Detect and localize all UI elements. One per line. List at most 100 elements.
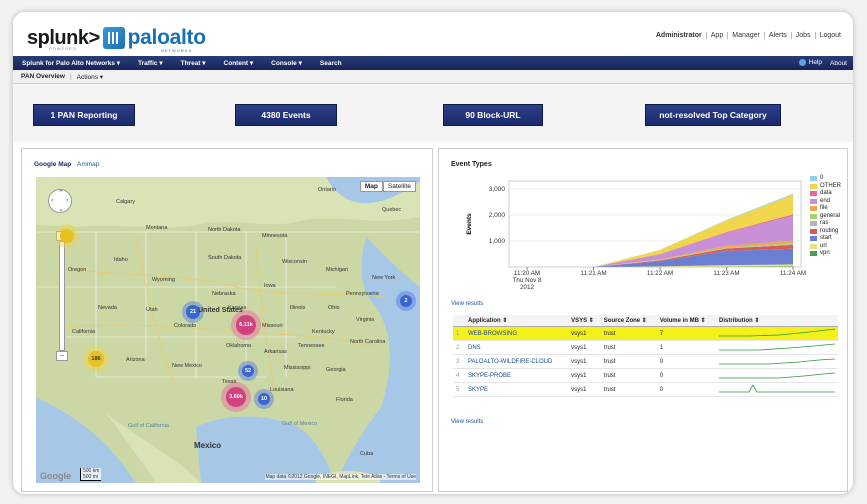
map-label: South Dakota (208, 255, 242, 261)
pan-control[interactable]: ⌃ ⌄ ‹ › (48, 189, 72, 213)
cell-application[interactable]: SKYPE (465, 382, 569, 397)
about-link[interactable]: About (830, 60, 847, 67)
menu-console[interactable]: Console ▾ (262, 59, 311, 67)
stat-pan-reporting[interactable]: 1 PAN Reporting (33, 104, 135, 126)
scale-mi: 500 mi (83, 474, 99, 480)
map-tabs: Google Map Ammap (34, 161, 99, 168)
legend-label: general (820, 212, 841, 219)
map-label: Nevada (98, 305, 117, 311)
view-results-link-2[interactable]: View results (451, 419, 483, 425)
legend-label: 0 (820, 175, 824, 181)
legend-item[interactable]: end (810, 198, 841, 206)
map-cluster[interactable]: 10 (258, 393, 270, 405)
cell-application[interactable]: SKYPE-PROBE (465, 368, 569, 383)
map-cluster[interactable]: 52 (242, 365, 254, 377)
legend-item[interactable]: data (810, 190, 841, 198)
tab-google-map[interactable]: Google Map (34, 161, 71, 168)
col-vsys[interactable]: VSYS ⇕ (568, 315, 601, 327)
map-cluster[interactable]: 2 (400, 295, 412, 307)
logo[interactable]: splunk> POWERED paloalto NETWORKS (27, 26, 206, 53)
legend-item[interactable]: file (810, 205, 841, 213)
stats-row: 1 PAN Reporting 4380 Events 90 Block-URL… (13, 84, 853, 142)
map-cluster[interactable]: 6.11k (236, 315, 256, 335)
map-label: Tennessee (298, 343, 325, 349)
menu-search[interactable]: Search (311, 60, 351, 67)
cell-volume: 0 (656, 354, 716, 369)
cell-volume: 0 (656, 382, 716, 397)
map-label-country: Mexico (194, 441, 222, 450)
col-volume[interactable]: Volume in MB ⇕ (656, 315, 716, 327)
map-label: Minnesota (262, 233, 288, 239)
table-row[interactable]: 5 SKYPE vsys1 trust 0 (453, 382, 838, 397)
map-label: Colorado (174, 323, 197, 329)
menu-traffic[interactable]: Traffic ▾ (129, 59, 172, 67)
map-cluster[interactable] (60, 229, 74, 243)
actions-menu[interactable]: Actions ▾ (72, 73, 108, 81)
map-label: Wyoming (152, 277, 175, 283)
legend-swatch (810, 206, 817, 212)
nav-manager[interactable]: Manager (727, 32, 764, 39)
map-label: Texas (222, 379, 237, 385)
stat-block-url[interactable]: 90 Block-URL (443, 104, 543, 126)
legend-label: OTHER (820, 182, 841, 189)
legend-item[interactable]: 0 (810, 175, 841, 183)
legend-item[interactable]: start (810, 235, 841, 243)
pan-right-icon[interactable]: › (66, 197, 68, 204)
cell-application[interactable]: DNS (465, 340, 569, 355)
map-label: Utah (146, 307, 158, 313)
help-label: Help (808, 59, 822, 67)
stat-events[interactable]: 4380 Events (235, 104, 337, 126)
pan-left-icon[interactable]: ‹ (51, 197, 53, 204)
tab-ammap[interactable]: Ammap (77, 161, 99, 168)
help-link[interactable]: Help (798, 59, 822, 67)
map-label: Oregon (68, 267, 87, 273)
table-row[interactable]: 2 DNS vsys1 trust 1 (453, 340, 838, 355)
map-attribution[interactable]: Map data ©2012 Google, INEGI, MapLink, T… (265, 474, 416, 480)
nav-logout[interactable]: Logout (814, 32, 845, 39)
paloalto-logo: paloalto (127, 26, 206, 49)
map-cluster[interactable]: 186 (88, 351, 104, 367)
menu-content[interactable]: Content ▾ (215, 59, 263, 67)
nav-alerts[interactable]: Alerts (763, 32, 791, 39)
stat-top-category[interactable]: not-resolved Top Category (645, 104, 781, 126)
col-application[interactable]: Application ⇕ (465, 315, 569, 327)
google-map[interactable]: Map Satellite ⌃ ⌄ ‹ › + − 21 6.11k 2 186… (36, 177, 420, 483)
legend-swatch (810, 213, 817, 219)
legend-item[interactable]: url (810, 243, 841, 251)
map-button[interactable]: Map (359, 181, 383, 192)
legend-item[interactable]: routing (810, 228, 841, 236)
zoom-out-button[interactable]: − (56, 351, 68, 361)
legend-item[interactable]: general (810, 213, 841, 221)
legend-swatch (810, 176, 817, 182)
legend-item[interactable]: vpn (810, 250, 841, 258)
legend-swatch (810, 251, 817, 257)
table-row[interactable]: 1 WEB-BROWSING vsys1 trust 7 (453, 326, 838, 341)
col-distribution[interactable]: Distribution ⇕ (716, 315, 838, 327)
legend-item[interactable]: OTHER (810, 183, 841, 191)
cell-application[interactable]: PALOALTO-WILDFIRE-CLOUD (465, 354, 569, 369)
menu-threat[interactable]: Threat ▾ (172, 59, 215, 67)
col-source-zone[interactable]: Source Zone ⇕ (600, 315, 657, 327)
menu-app-name[interactable]: Splunk for Palo Alto Networks ▾ (13, 59, 129, 67)
map-label: Kansas (228, 305, 247, 311)
satellite-button[interactable]: Satellite (382, 181, 416, 192)
nav-app[interactable]: App (705, 32, 727, 39)
map-cluster[interactable]: 3.60k (226, 387, 246, 407)
legend-label: url (820, 242, 827, 249)
table-row[interactable]: 3 PALOALTO-WILDFIRE-CLOUD vsys1 trust 0 (453, 354, 838, 369)
legend-swatch (810, 198, 817, 204)
nav-jobs[interactable]: Jobs (790, 32, 815, 39)
cell-vsys: vsys1 (568, 382, 601, 397)
pan-down-icon[interactable]: ⌄ (58, 205, 64, 213)
zoom-slider[interactable] (59, 241, 65, 351)
legend-swatch (810, 191, 817, 197)
legend-item[interactable]: ras (810, 220, 841, 228)
view-results-link[interactable]: View results (451, 301, 483, 307)
cell-application[interactable]: WEB-BROWSING (465, 326, 569, 341)
pan-up-icon[interactable]: ⌃ (58, 189, 64, 197)
map-label: Idaho (114, 257, 128, 263)
table-row[interactable]: 4 SKYPE-PROBE vsys1 trust 0 (453, 368, 838, 383)
top-nav: Administrator App Manager Alerts Jobs Lo… (652, 32, 845, 39)
x-tick-label: 2012 (520, 284, 535, 291)
event-types-chart[interactable]: 1,000 2,000 3,000 Events 11:20 AMThu Nov 820… (449, 175, 839, 305)
